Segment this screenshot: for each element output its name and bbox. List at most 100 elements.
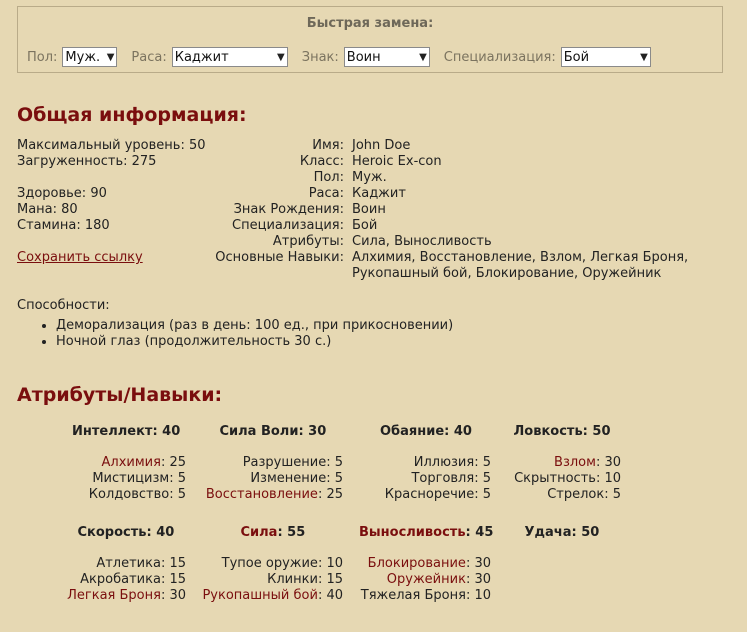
skill-row: Красноречие: 5 — [385, 487, 491, 502]
class-value: Heroic Ex-con — [352, 154, 442, 169]
skill-name: Легкая Броня — [67, 588, 161, 603]
chevron-down-icon: ▼ — [419, 51, 427, 63]
skill-row: Тупое оружие: 10 — [222, 556, 343, 571]
attribute-name: Выносливость — [359, 525, 466, 540]
skill-name: Разрушение — [242, 455, 327, 470]
attribute-value: : 55 — [277, 525, 306, 540]
attribute-name: Обаяние — [380, 424, 445, 439]
general-heading: Общая информация: — [17, 104, 247, 126]
skill-row: Изменение: 5 — [250, 471, 343, 486]
race-select[interactable]: Каджит ▼ — [171, 47, 288, 67]
spec-select[interactable]: Бой ▼ — [560, 47, 651, 67]
race-value: Каджит — [352, 186, 406, 201]
race-select-value: Каджит — [174, 49, 229, 65]
skill-value: : 10 — [317, 556, 343, 571]
skill-name: Мистицизм — [92, 471, 170, 486]
skill-row: Атлетика: 15 — [96, 556, 186, 571]
skill-name: Изменение — [250, 471, 327, 486]
health-text: Здоровье: 90 — [17, 186, 107, 201]
abilities-label: Способности: — [17, 298, 110, 313]
skill-name: Скрытность — [514, 471, 596, 486]
attribute-name: Скорость — [77, 525, 147, 540]
skill-name: Стрелок — [547, 487, 605, 502]
skill-value: : 25 — [160, 455, 186, 470]
save-link[interactable]: Сохранить ссылку — [17, 250, 143, 265]
skill-value: : 30 — [160, 588, 186, 603]
max-level-text: Максимальный уровень: 50 — [17, 138, 206, 153]
name-value: John Doe — [352, 138, 411, 153]
skill-value: : 10 — [465, 588, 491, 603]
skill-name: Рукопашный бой — [202, 588, 318, 603]
skill-value: : 15 — [160, 572, 186, 587]
skill-value: : 5 — [326, 455, 343, 470]
attribute-value: : 40 — [146, 525, 175, 540]
sex-value: Муж. — [352, 170, 387, 185]
sign-select-value: Воин — [346, 49, 381, 65]
attribute-name: Сила — [240, 525, 278, 540]
sex-label: Пол: — [27, 49, 58, 65]
skill-row: Клинки: 15 — [267, 572, 343, 587]
spec-info-label: Специализация: — [232, 218, 344, 233]
attribute-8: Удача: 50 — [525, 525, 600, 540]
attribute-3: Обаяние: 40 — [380, 424, 472, 439]
skill-row: Оружейник: 30 — [387, 572, 491, 587]
skill-value: : 5 — [604, 487, 621, 502]
skill-name: Колдовство — [88, 487, 170, 502]
skill-name: Взлом — [554, 455, 596, 470]
attribute-6: Сила: 55 — [241, 525, 306, 540]
quick-replace-row: Пол: Муж. ▼ Раса: Каджит ▼ Знак: Воин ▼ … — [27, 47, 665, 67]
chevron-down-icon: ▼ — [640, 51, 648, 63]
skill-row: Мистицизм: 5 — [92, 471, 186, 486]
skill-value: : 5 — [169, 487, 186, 502]
race-label: Раса: — [131, 49, 167, 65]
skill-name: Тупое оружие — [221, 556, 318, 571]
skill-row: Тяжелая Броня: 10 — [361, 588, 491, 603]
skill-value: : 5 — [169, 471, 186, 486]
skill-row: Взлом: 30 — [554, 455, 621, 470]
skill-value: : 30 — [465, 556, 491, 571]
birthsign-label: Знак Рождения: — [233, 202, 344, 217]
spec-select-value: Бой — [563, 49, 590, 65]
encumbrance-text: Загруженность: 275 — [17, 154, 157, 169]
skill-row: Колдовство: 5 — [89, 487, 186, 502]
skill-row: Торговля: 5 — [411, 471, 491, 486]
skill-row: Стрелок: 5 — [547, 487, 621, 502]
attribute-value: : 40 — [444, 424, 472, 439]
skill-name: Алхимия — [101, 455, 161, 470]
skill-row: Акробатика: 15 — [80, 572, 186, 587]
attribute-7: Выносливость: 45 — [359, 525, 493, 540]
name-label: Имя: — [312, 138, 344, 153]
skill-row: Алхимия: 25 — [102, 455, 186, 470]
attribute-name: Интеллект — [72, 424, 153, 439]
skill-value: : 30 — [595, 455, 621, 470]
skill-name: Клинки — [267, 572, 318, 587]
skill-row: Иллюзия: 5 — [414, 455, 491, 470]
major-skills-value-line1: Алхимия, Восстановление, Взлом, Легкая Б… — [352, 250, 689, 265]
skill-name: Тяжелая Броня — [360, 588, 466, 603]
mana-text: Мана: 80 — [17, 202, 78, 217]
skill-name: Оружейник — [386, 572, 466, 587]
skill-value: : 25 — [317, 487, 343, 502]
sign-select[interactable]: Воин ▼ — [343, 47, 430, 67]
attribute-name: Сила Воли — [219, 424, 299, 439]
skill-value: : 5 — [326, 471, 343, 486]
race-info-label: Раса: — [308, 186, 344, 201]
major-skills-value-line2: Рукопашный бой, Блокирование, Оружейник — [352, 266, 662, 281]
ability-item: Деморализация (раз в день: 100 ед., при … — [56, 318, 453, 334]
skill-value: : 5 — [474, 455, 491, 470]
sex-select-value: Муж. — [65, 49, 101, 65]
skill-value: : 15 — [317, 572, 343, 587]
sex-select[interactable]: Муж. ▼ — [62, 47, 118, 67]
skill-name: Торговля — [411, 471, 475, 486]
skill-name: Атлетика — [96, 556, 161, 571]
ability-item: Ночной глаз (продолжительность 30 с.) — [56, 334, 453, 350]
skill-name: Красноречие — [384, 487, 475, 502]
skill-row: Восстановление: 25 — [206, 487, 343, 502]
skill-name: Восстановление — [205, 487, 318, 502]
skill-value: : 40 — [317, 588, 343, 603]
attribute-value: : 40 — [152, 424, 181, 439]
skill-row: Разрушение: 5 — [243, 455, 343, 470]
attribute-2: Сила Воли: 30 — [220, 424, 327, 439]
quick-replace-panel: Быстрая замена: Пол: Муж. ▼ Раса: Каджит… — [17, 6, 723, 73]
chevron-down-icon: ▼ — [277, 51, 285, 63]
